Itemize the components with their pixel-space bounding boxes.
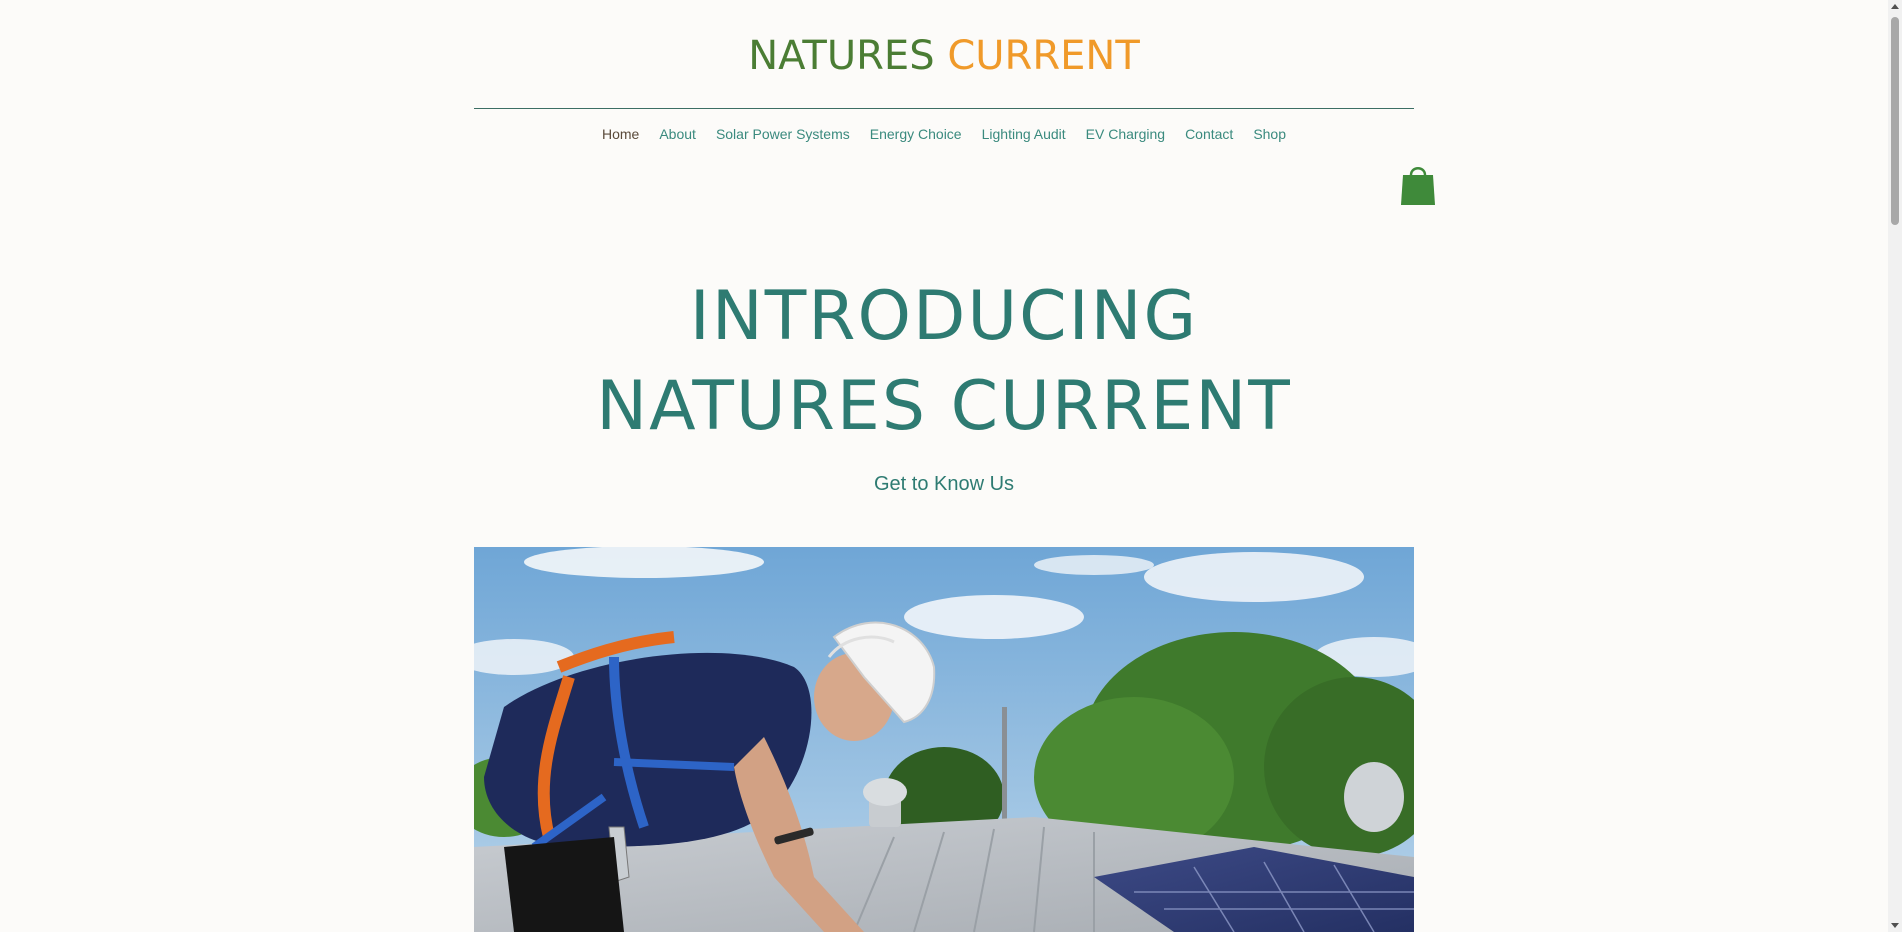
nav-item-shop[interactable]: Shop [1243, 124, 1296, 144]
cart-button[interactable] [1400, 163, 1436, 207]
page: NATURES CURRENT Home About Solar Power S… [0, 0, 1902, 932]
nav-item-solar-power-systems[interactable]: Solar Power Systems [706, 124, 860, 144]
hero-subtitle: Get to Know Us [873, 473, 1015, 495]
nav-item-lighting-audit[interactable]: Lighting Audit [972, 124, 1076, 144]
scroll-down-icon[interactable] [1891, 923, 1899, 928]
shopping-bag-icon [1401, 167, 1435, 205]
page-scrollbar[interactable] [1888, 0, 1902, 932]
nav-item-ev-charging[interactable]: EV Charging [1076, 124, 1175, 144]
site-logo[interactable]: NATURES CURRENT [0, 30, 1888, 82]
hero-image [474, 547, 1414, 932]
hero-title: INTRODUCING NATURES CURRENT [0, 272, 1888, 452]
nav-item-about[interactable]: About [649, 124, 706, 144]
header-divider [474, 108, 1414, 109]
nav-item-energy-choice[interactable]: Energy Choice [860, 124, 972, 144]
logo-word-natures: NATURES [748, 33, 935, 79]
solar-installer-photo [474, 547, 1414, 932]
nav-item-home[interactable]: Home [592, 124, 649, 144]
logo-word-current: CURRENT [947, 33, 1140, 79]
main-nav: Home About Solar Power Systems Energy Ch… [474, 124, 1414, 144]
hero-title-line2: NATURES CURRENT [596, 367, 1292, 446]
nav-item-contact[interactable]: Contact [1175, 124, 1243, 144]
scroll-up-icon[interactable] [1891, 4, 1899, 9]
hero-title-line1: INTRODUCING [689, 277, 1199, 356]
scrollbar-thumb[interactable] [1891, 17, 1899, 225]
